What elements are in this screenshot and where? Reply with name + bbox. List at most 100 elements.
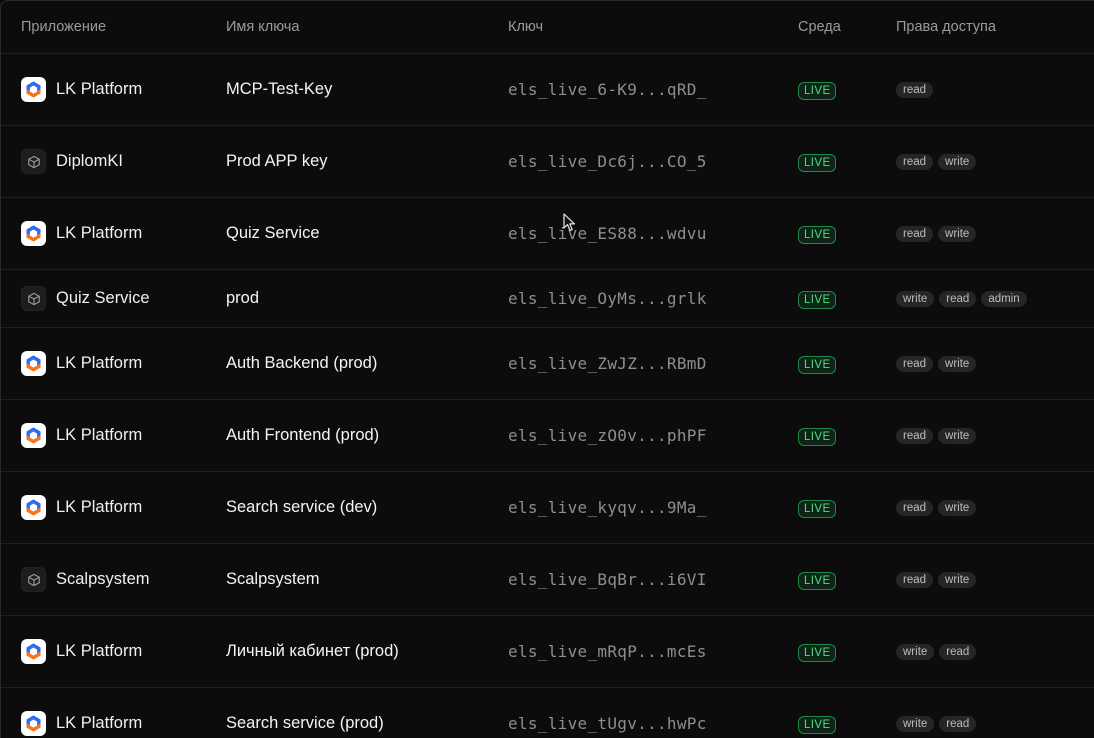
environment-cell: LIVE — [798, 198, 836, 269]
key-cell: els_live_6-K9...qRD_ — [508, 54, 707, 125]
app-cell: DiplomKI — [21, 126, 123, 197]
app-name: LK Platform — [56, 642, 143, 660]
environment-badge: LIVE — [798, 428, 836, 446]
environment-badge: LIVE — [798, 644, 836, 662]
permission-tag: write — [938, 153, 977, 170]
permission-tag: write — [938, 571, 977, 588]
permission-tag: read — [896, 81, 934, 98]
environment-badge: LIVE — [798, 716, 836, 734]
column-header-permissions[interactable]: Права доступа — [896, 1, 996, 53]
permission-tag: read — [896, 225, 934, 242]
table-row[interactable]: LK Platform Auth Backend (prod) els_live… — [1, 328, 1094, 400]
environment-badge: LIVE — [798, 154, 836, 172]
lk-platform-logo-icon — [21, 495, 46, 520]
permissions-cell: read write — [896, 328, 977, 399]
app-name: Quiz Service — [56, 289, 150, 307]
table-row[interactable]: LK Platform MCP-Test-Key els_live_6-K9..… — [1, 54, 1094, 126]
permissions-cell: write read admin — [896, 270, 1027, 327]
permission-tag: read — [896, 153, 934, 170]
masked-key: els_live_ES88...wdvu — [508, 224, 707, 243]
app-cell: LK Platform — [21, 472, 142, 543]
permission-tag: write — [938, 225, 977, 242]
cube-icon — [21, 567, 46, 592]
key-cell: els_live_mRqP...mcEs — [508, 616, 707, 687]
permission-tag: read — [939, 643, 977, 660]
app-name: LK Platform — [56, 224, 143, 242]
key-name-cell: Prod APP key — [226, 126, 328, 197]
permission-tag: read — [939, 715, 977, 732]
permissions-cell: read write — [896, 198, 977, 269]
permissions-cell: read write — [896, 126, 977, 197]
app-cell: LK Platform — [21, 616, 142, 687]
permission-tag: write — [896, 715, 935, 732]
table-body: LK Platform MCP-Test-Key els_live_6-K9..… — [1, 54, 1094, 738]
lk-platform-logo-icon — [21, 351, 46, 376]
app-name: LK Platform — [56, 714, 143, 732]
environment-badge: LIVE — [798, 356, 836, 374]
key-name: Scalpsystem — [226, 570, 320, 588]
environment-badge: LIVE — [798, 500, 836, 518]
key-name: Auth Frontend (prod) — [226, 426, 380, 444]
key-cell: els_live_Dc6j...CO_5 — [508, 126, 707, 197]
lk-platform-logo-icon — [21, 77, 46, 102]
key-name: Личный кабинет (prod) — [226, 642, 399, 660]
app-cell: Quiz Service — [21, 270, 150, 327]
key-cell: els_live_ES88...wdvu — [508, 198, 707, 269]
key-name-cell: Auth Backend (prod) — [226, 328, 377, 399]
table-row[interactable]: LK Platform Auth Frontend (prod) els_liv… — [1, 400, 1094, 472]
key-cell: els_live_BqBr...i6VI — [508, 544, 707, 615]
key-cell: els_live_kyqv...9Ma_ — [508, 472, 707, 543]
key-name-cell: Search service (prod) — [226, 688, 384, 738]
app-cell: LK Platform — [21, 54, 142, 125]
permission-tag: write — [938, 427, 977, 444]
permission-tag: write — [896, 643, 935, 660]
environment-badge: LIVE — [798, 291, 836, 309]
environment-cell: LIVE — [798, 126, 836, 197]
column-header-key[interactable]: Ключ — [508, 1, 543, 53]
key-name: Prod APP key — [226, 152, 328, 170]
table-row[interactable]: Scalpsystem Scalpsystem els_live_BqBr...… — [1, 544, 1094, 616]
masked-key: els_live_ZwJZ...RBmD — [508, 354, 707, 373]
environment-cell: LIVE — [798, 400, 836, 471]
permission-tag: read — [896, 499, 934, 516]
table-row[interactable]: Quiz Service prod els_live_OyMs...grlk L… — [1, 270, 1094, 328]
masked-key: els_live_6-K9...qRD_ — [508, 80, 707, 99]
table-row[interactable]: LK Platform Quiz Service els_live_ES88..… — [1, 198, 1094, 270]
key-name-cell: Auth Frontend (prod) — [226, 400, 379, 471]
permissions-cell: read write — [896, 472, 977, 543]
key-cell: els_live_tUgv...hwPc — [508, 688, 707, 738]
permission-tag: write — [938, 499, 977, 516]
table-row[interactable]: LK Platform Личный кабинет (prod) els_li… — [1, 616, 1094, 688]
key-name: prod — [226, 289, 260, 307]
table-row[interactable]: LK Platform Search service (prod) els_li… — [1, 688, 1094, 738]
masked-key: els_live_mRqP...mcEs — [508, 642, 707, 661]
app-name: Scalpsystem — [56, 570, 150, 588]
column-header-app[interactable]: Приложение — [21, 1, 106, 53]
environment-badge: LIVE — [798, 572, 836, 590]
environment-cell: LIVE — [798, 616, 836, 687]
column-header-environment[interactable]: Среда — [798, 1, 841, 53]
table-row[interactable]: DiplomKI Prod APP key els_live_Dc6j...CO… — [1, 126, 1094, 198]
key-name: Quiz Service — [226, 224, 320, 242]
cube-icon — [21, 286, 46, 311]
mouse-cursor-icon — [563, 213, 576, 232]
permission-tag: read — [896, 355, 934, 372]
column-header-key-name[interactable]: Имя ключа — [226, 1, 299, 53]
key-name: MCP-Test-Key — [226, 80, 333, 98]
environment-cell: LIVE — [798, 472, 836, 543]
table-row[interactable]: LK Platform Search service (dev) els_liv… — [1, 472, 1094, 544]
masked-key: els_live_OyMs...grlk — [508, 289, 707, 308]
permission-tag: write — [938, 355, 977, 372]
app-name: LK Platform — [56, 498, 143, 516]
app-cell: LK Platform — [21, 328, 142, 399]
key-name-cell: Личный кабинет (prod) — [226, 616, 399, 687]
permissions-cell: write read — [896, 688, 977, 738]
environment-cell: LIVE — [798, 54, 836, 125]
key-name: Search service (prod) — [226, 714, 384, 732]
key-name-cell: prod — [226, 270, 259, 327]
key-cell: els_live_ZwJZ...RBmD — [508, 328, 707, 399]
masked-key: els_live_BqBr...i6VI — [508, 570, 707, 589]
permission-tag: write — [896, 290, 935, 307]
masked-key: els_live_kyqv...9Ma_ — [508, 498, 707, 517]
app-cell: LK Platform — [21, 400, 142, 471]
